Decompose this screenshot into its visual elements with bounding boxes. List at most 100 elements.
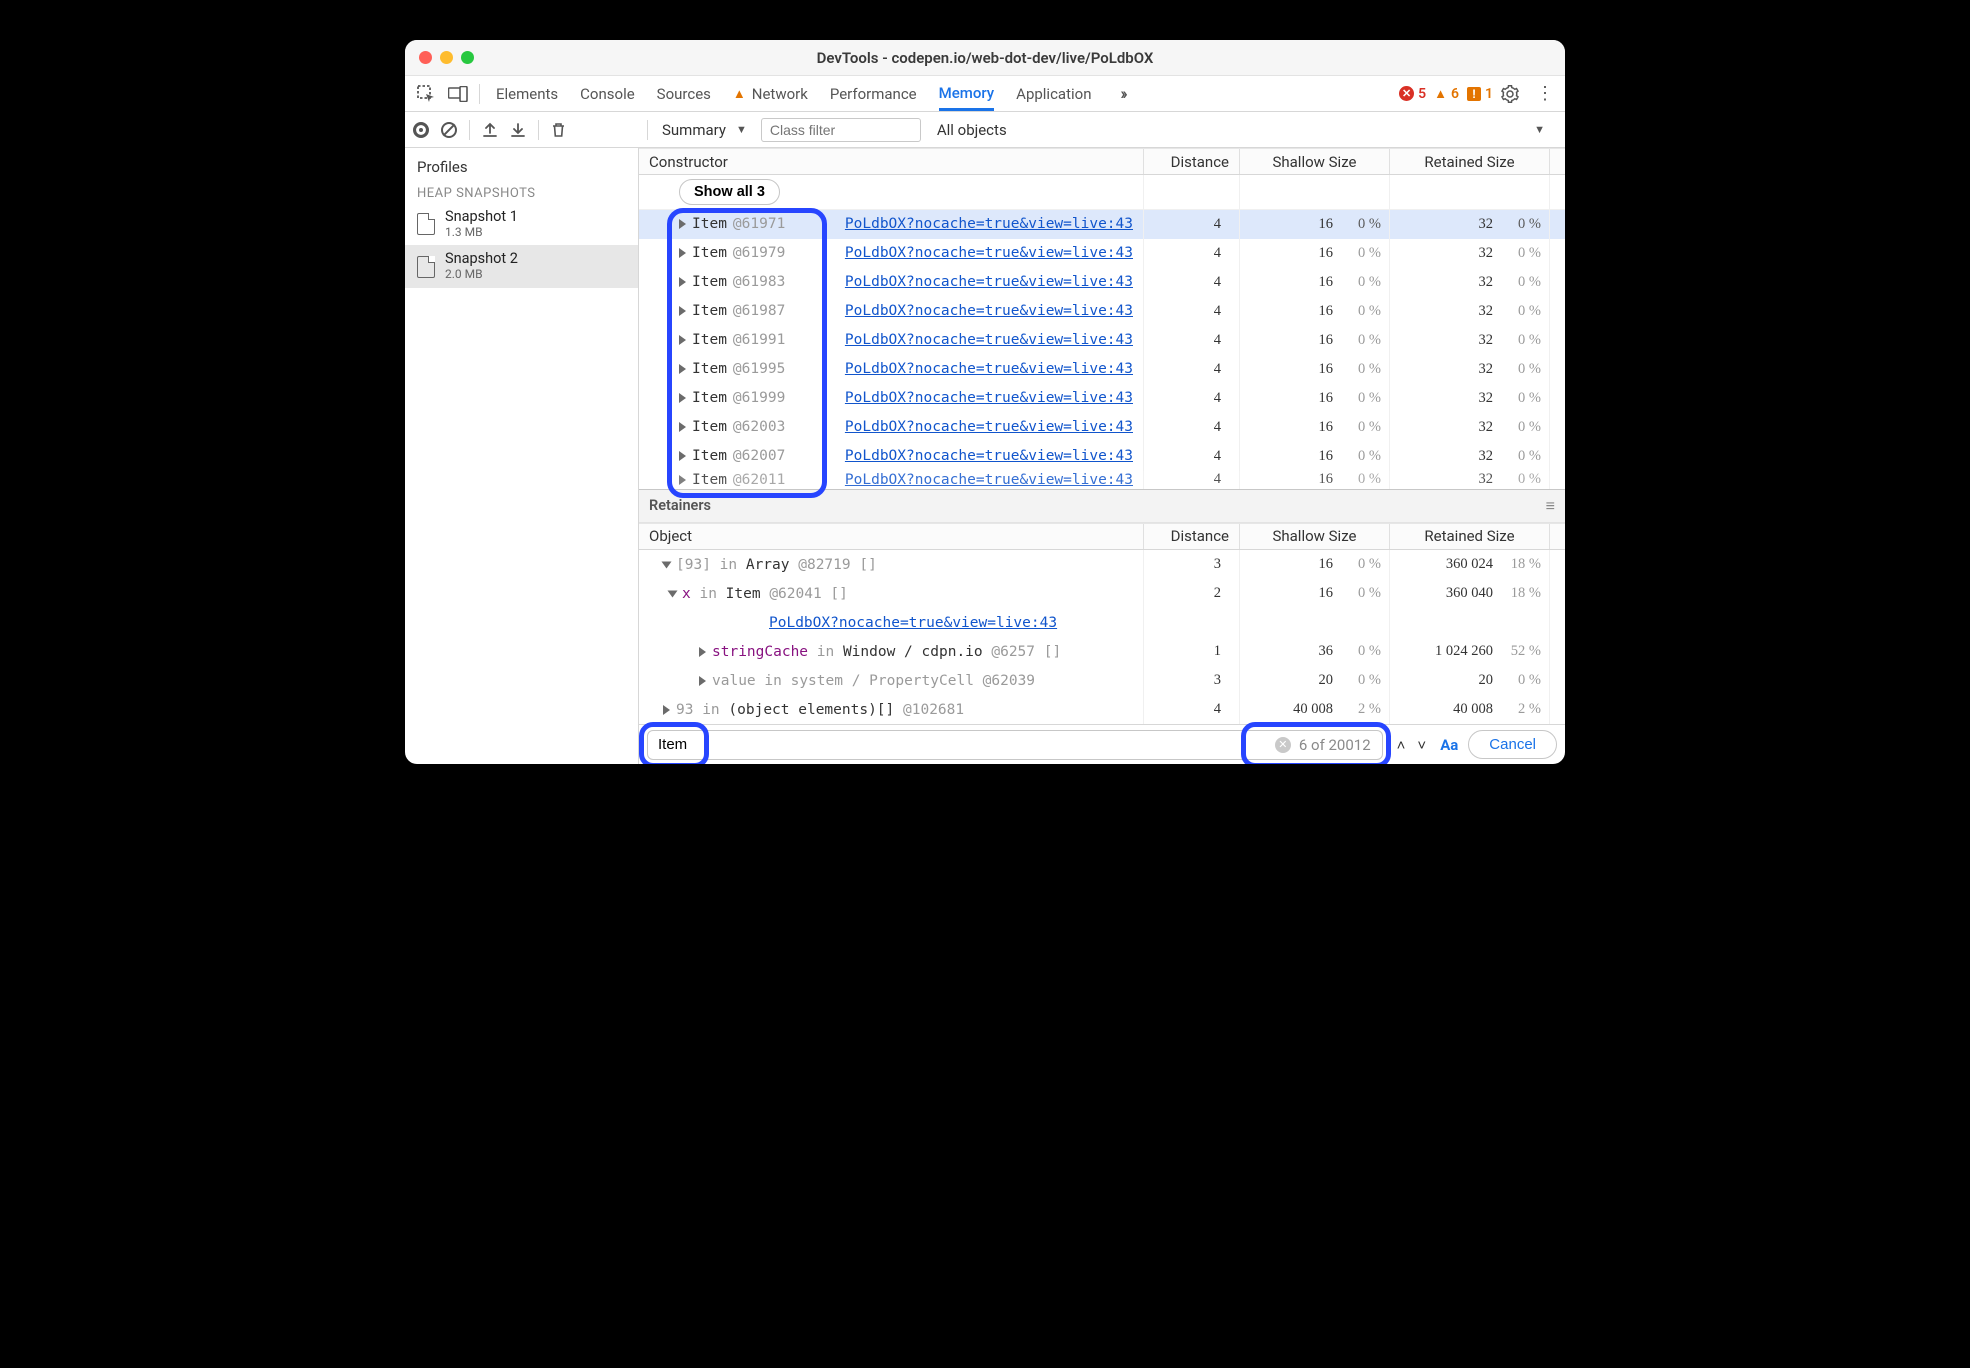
search-prev-icon[interactable]: ˄ — [1393, 734, 1410, 756]
tab-sources[interactable]: Sources — [657, 79, 711, 109]
tab-performance[interactable]: Performance — [830, 79, 917, 109]
error-count-badge[interactable]: ✕ 5 — [1399, 86, 1426, 102]
retainers-header: Retainers ≡ — [639, 489, 1565, 523]
retainers-grid-body: [93] in Array @82719 [] 3 160 % 360 0241… — [639, 550, 1565, 724]
minimize-window-icon[interactable] — [440, 51, 453, 64]
source-link[interactable]: PoLdbOX?nocache=true&view=live:43 — [845, 419, 1133, 435]
expand-triangle-icon[interactable] — [679, 451, 686, 461]
expand-triangle-icon[interactable] — [679, 422, 686, 432]
retained-size-value: 20 — [1479, 672, 1494, 689]
load-profile-icon[interactable] — [482, 122, 498, 138]
retainer-row[interactable]: PoLdbOX?nocache=true&view=live:43 — [639, 608, 1565, 637]
tab-console[interactable]: Console — [580, 79, 635, 109]
snapshot-item[interactable]: Snapshot 1 1.3 MB — [405, 203, 638, 245]
column-shallow-size[interactable]: Shallow Size — [1239, 149, 1389, 174]
chevron-down-icon[interactable]: ▼ — [1534, 123, 1545, 136]
retainer-row[interactable]: [93] in Array @82719 [] 3 160 % 360 0241… — [639, 550, 1565, 579]
expand-triangle-icon[interactable] — [679, 364, 686, 374]
cancel-search-button[interactable]: Cancel — [1468, 730, 1557, 759]
distance-value: 3 — [1143, 666, 1239, 695]
expand-triangle-icon[interactable] — [668, 590, 678, 597]
retainer-row[interactable]: x in Item @62041 [] 2 160 % 360 04018 % — [639, 579, 1565, 608]
clear-icon[interactable] — [441, 122, 457, 138]
show-all-row: Show all 3 — [639, 175, 1565, 209]
expand-triangle-icon[interactable] — [679, 248, 686, 258]
expand-triangle-icon[interactable] — [699, 676, 706, 686]
more-panels-chevrons-icon[interactable]: ›› — [1108, 79, 1138, 109]
column-constructor[interactable]: Constructor — [639, 153, 1143, 171]
source-link[interactable]: PoLdbOX?nocache=true&view=live:43 — [845, 448, 1133, 464]
retainers-menu-icon[interactable]: ≡ — [1546, 496, 1555, 516]
class-filter-input[interactable] — [761, 118, 921, 142]
warning-count-badge[interactable]: ▲ 6 — [1434, 86, 1459, 102]
source-link[interactable]: PoLdbOX?nocache=true&view=live:43 — [845, 361, 1133, 377]
heap-object-row[interactable]: Item @61979 PoLdbOX?nocache=true&view=li… — [639, 239, 1565, 268]
settings-gear-icon[interactable] — [1501, 85, 1529, 103]
object-class-name: Item — [692, 419, 727, 435]
source-link[interactable]: PoLdbOX?nocache=true&view=live:43 — [769, 615, 1057, 631]
match-case-toggle[interactable]: Aa — [1440, 736, 1458, 754]
delete-icon[interactable] — [551, 122, 566, 138]
expand-triangle-icon[interactable] — [679, 393, 686, 403]
tab-elements[interactable]: Elements — [496, 79, 558, 109]
retained-size-value: 32 — [1479, 390, 1494, 407]
tab-memory[interactable]: Memory — [939, 78, 995, 111]
retained-size-value: 360 024 — [1446, 556, 1493, 573]
snapshot-item[interactable]: Snapshot 2 2.0 MB — [405, 245, 638, 287]
source-link[interactable]: PoLdbOX?nocache=true&view=live:43 — [845, 274, 1133, 290]
source-link[interactable]: PoLdbOX?nocache=true&view=live:43 — [845, 472, 1133, 488]
tab-application[interactable]: Application — [1016, 79, 1091, 109]
source-link[interactable]: PoLdbOX?nocache=true&view=live:43 — [845, 216, 1133, 232]
heap-object-row[interactable]: Item @62011 PoLdbOX?nocache=true&view=li… — [639, 471, 1565, 489]
expand-triangle-icon[interactable] — [663, 705, 670, 715]
column-distance[interactable]: Distance — [1143, 524, 1239, 549]
clear-search-icon[interactable]: ✕ — [1275, 737, 1291, 753]
heap-object-row[interactable]: Item @61971 PoLdbOX?nocache=true&view=li… — [639, 210, 1565, 239]
retained-size-value: 40 008 — [1453, 701, 1493, 718]
retainer-row[interactable]: value in system / PropertyCell @62039 3 … — [639, 666, 1565, 695]
search-input[interactable] — [647, 730, 1383, 760]
record-icon[interactable] — [413, 122, 429, 138]
heap-object-row[interactable]: Item @61983 PoLdbOX?nocache=true&view=li… — [639, 268, 1565, 297]
heap-object-row[interactable]: Item @61991 PoLdbOX?nocache=true&view=li… — [639, 326, 1565, 355]
more-menu-icon[interactable]: ⋮ — [1531, 83, 1559, 104]
expand-triangle-icon[interactable] — [679, 335, 686, 345]
heap-object-row[interactable]: Item @61999 PoLdbOX?nocache=true&view=li… — [639, 384, 1565, 413]
save-profile-icon[interactable] — [510, 122, 526, 138]
retainer-row[interactable]: stringCache in Window / cdpn.io @6257 []… — [639, 637, 1565, 666]
column-retained-size[interactable]: Retained Size — [1389, 524, 1549, 549]
expand-triangle-icon[interactable] — [679, 277, 686, 287]
zoom-window-icon[interactable] — [461, 51, 474, 64]
view-mode-dropdown[interactable]: Summary ▼ — [656, 119, 753, 141]
heap-object-row[interactable]: Item @61995 PoLdbOX?nocache=true&view=li… — [639, 355, 1565, 384]
heap-object-row[interactable]: Item @61987 PoLdbOX?nocache=true&view=li… — [639, 297, 1565, 326]
expand-triangle-icon[interactable] — [679, 475, 686, 485]
object-class-name: Item — [692, 216, 727, 232]
source-link[interactable]: PoLdbOX?nocache=true&view=live:43 — [845, 245, 1133, 261]
device-toolbar-icon[interactable] — [443, 79, 473, 109]
heap-object-row[interactable]: Item @62007 PoLdbOX?nocache=true&view=li… — [639, 442, 1565, 471]
source-link[interactable]: PoLdbOX?nocache=true&view=live:43 — [845, 390, 1133, 406]
source-link[interactable]: PoLdbOX?nocache=true&view=live:43 — [845, 332, 1133, 348]
retainer-row[interactable]: 93 in (object elements)[] @102681 4 40 0… — [639, 695, 1565, 724]
search-next-icon[interactable]: ˅ — [1413, 734, 1430, 756]
column-retained-size[interactable]: Retained Size — [1389, 149, 1549, 174]
heap-object-row[interactable]: Item @62003 PoLdbOX?nocache=true&view=li… — [639, 413, 1565, 442]
expand-triangle-icon[interactable] — [679, 219, 686, 229]
column-distance[interactable]: Distance — [1143, 149, 1239, 174]
expand-triangle-icon[interactable] — [662, 561, 672, 568]
object-id: @61983 — [733, 274, 785, 290]
column-shallow-size[interactable]: Shallow Size — [1239, 524, 1389, 549]
inspect-element-icon[interactable] — [411, 79, 441, 109]
tab-network[interactable]: ▲Network — [733, 79, 808, 109]
source-link[interactable]: PoLdbOX?nocache=true&view=live:43 — [845, 303, 1133, 319]
close-window-icon[interactable] — [419, 51, 432, 64]
shallow-size-pct: 0 % — [1343, 672, 1381, 689]
all-objects-dropdown[interactable]: All objects — [937, 121, 1007, 139]
expand-triangle-icon[interactable] — [679, 306, 686, 316]
snapshot-size: 1.3 MB — [445, 226, 518, 240]
issues-count-badge[interactable]: ! 1 — [1467, 86, 1493, 102]
show-all-button[interactable]: Show all 3 — [679, 179, 780, 205]
expand-triangle-icon[interactable] — [699, 647, 706, 657]
column-object[interactable]: Object — [639, 527, 1143, 545]
